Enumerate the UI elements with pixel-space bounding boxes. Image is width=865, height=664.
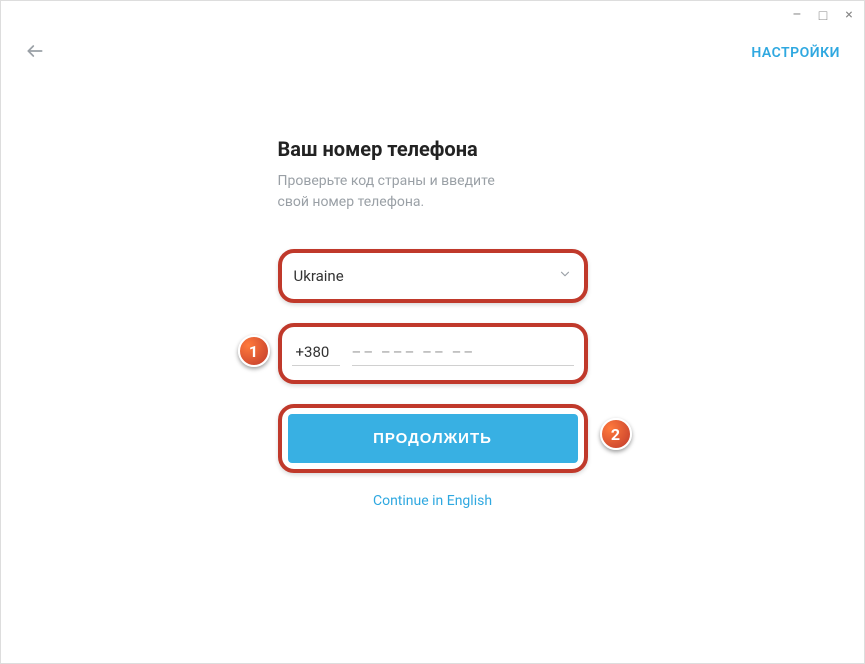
close-button[interactable]: × xyxy=(842,7,856,23)
continue-button-highlight: ПРОДОЛЖИТЬ xyxy=(278,404,588,473)
page-subtitle: Проверьте код страны и введите свой номе… xyxy=(278,171,588,213)
annotation-badge-2: 2 xyxy=(600,418,632,450)
country-select[interactable]: Ukraine xyxy=(288,259,578,293)
phone-number-input[interactable]: –– ––– –– –– xyxy=(352,341,574,366)
annotation-badge-1: 1 xyxy=(238,335,270,367)
country-code-field[interactable]: +380 xyxy=(292,341,340,366)
phone-row: +380 –– ––– –– –– xyxy=(288,333,578,374)
country-select-highlight: Ukraine xyxy=(278,249,588,303)
phone-input-highlight: +380 –– ––– –– –– xyxy=(278,323,588,384)
continue-button[interactable]: ПРОДОЛЖИТЬ xyxy=(288,414,578,463)
minimize-button[interactable]: – xyxy=(790,7,804,23)
settings-link[interactable]: НАСТРОЙКИ xyxy=(751,45,840,61)
back-arrow-icon[interactable] xyxy=(25,41,45,66)
country-selected-label: Ukraine xyxy=(294,267,344,285)
chevron-down-icon xyxy=(558,267,572,285)
continue-english-link[interactable]: Continue in English xyxy=(278,493,588,509)
login-form: Ваш номер телефона Проверьте код страны … xyxy=(278,137,588,509)
window-titlebar: – □ × xyxy=(1,1,864,29)
maximize-button[interactable]: □ xyxy=(816,7,830,24)
page-title: Ваш номер телефона xyxy=(278,137,588,161)
app-header: НАСТРОЙКИ xyxy=(1,29,864,77)
